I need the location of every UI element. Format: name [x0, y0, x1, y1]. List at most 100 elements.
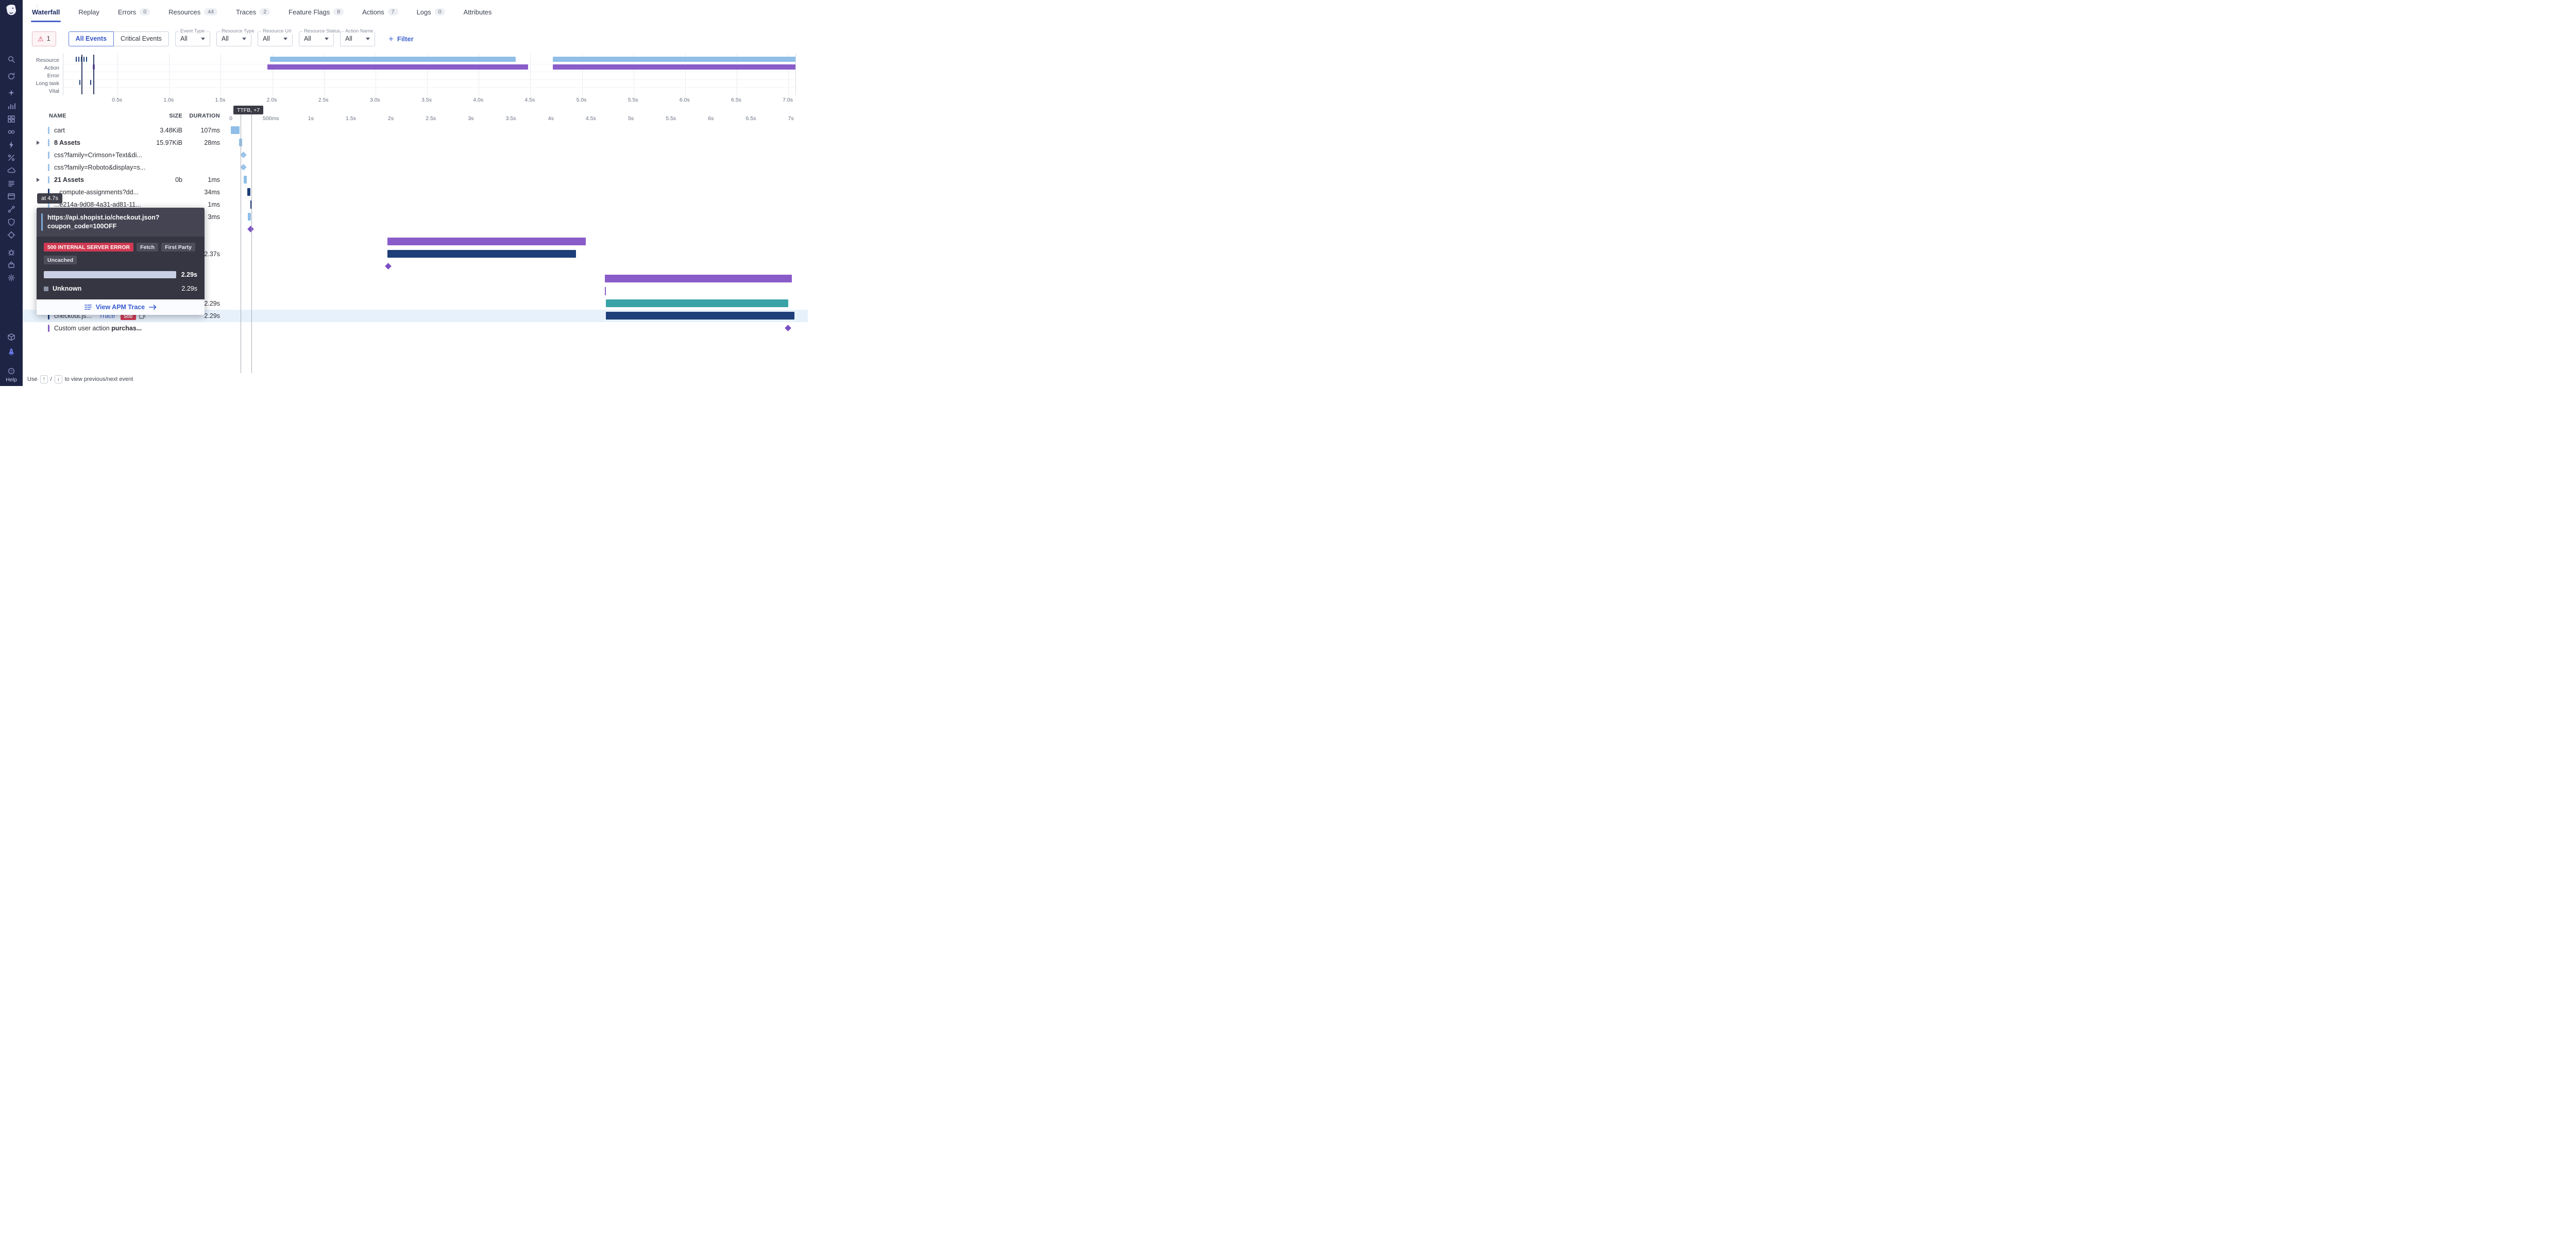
waterfall-tick-label: 1.5s [346, 115, 356, 122]
bug-icon[interactable] [4, 247, 19, 256]
timeline-bar[interactable] [606, 299, 788, 307]
add-filter-button[interactable]: +Filter [388, 35, 414, 43]
breakdown-value: 2.29s [181, 285, 197, 292]
waterfall-row[interactable]: cart3.48KiB107ms [23, 124, 808, 137]
tab-replay[interactable]: Replay [78, 0, 99, 24]
waterfall-row[interactable]: css?family=Crimson+Text&di... [23, 149, 808, 161]
ttfb-marker-badge[interactable]: TTFB, +7 [233, 106, 263, 114]
tab-traces[interactable]: Traces2 [236, 0, 270, 24]
minimap-tick-label: 2.0s [267, 97, 277, 103]
synthetics-icon[interactable] [4, 230, 19, 239]
minimap-tick-label: 0.5s [112, 97, 122, 103]
minimap-chart[interactable] [63, 54, 796, 95]
tab-waterfall[interactable]: Waterfall [32, 0, 60, 24]
waterfall-row[interactable]: 8 Assets15.97KiB28ms [23, 137, 808, 149]
datadog-logo-icon[interactable] [4, 3, 19, 18]
expand-chevron-icon[interactable] [37, 141, 40, 145]
timeline-bar[interactable] [244, 176, 247, 183]
all-events-button[interactable]: All Events [69, 31, 114, 46]
waterfall-toolbar: ⚠1 All Events Critical Events Event Type… [32, 31, 808, 46]
event-type-accent [48, 127, 49, 134]
tab-logs[interactable]: Logs0 [417, 0, 445, 24]
apm-icon[interactable] [4, 205, 19, 213]
timeline-bar[interactable] [606, 312, 795, 320]
minimap-bar[interactable] [553, 57, 795, 62]
minimap-bar[interactable] [76, 57, 77, 62]
waterfall-row[interactable]: ...compute-assignments?dd...34ms [23, 186, 808, 198]
session-replay-icon[interactable] [4, 72, 19, 80]
timeline-bar[interactable] [231, 126, 240, 134]
tab-errors[interactable]: Errors0 [118, 0, 150, 24]
minimap-bar[interactable] [270, 57, 516, 62]
search-icon[interactable] [4, 55, 19, 63]
error-navigator[interactable]: ⚠1 [32, 31, 56, 46]
minimap-bar[interactable] [553, 64, 795, 70]
tab-feature-flags[interactable]: Feature Flags8 [289, 0, 344, 24]
timeline-bar[interactable] [248, 213, 251, 221]
dashboards-icon[interactable] [4, 114, 19, 123]
rocket-icon[interactable] [4, 347, 19, 356]
event-duration: 28ms [182, 139, 220, 146]
tab-attributes[interactable]: Attributes [464, 0, 492, 24]
event-name: 21 Assets [54, 176, 84, 183]
timeline-bar[interactable] [387, 238, 586, 245]
timeline-bar[interactable] [605, 275, 792, 282]
status-error-badge: 500 INTERNAL SERVER ERROR [44, 243, 133, 251]
filter-resource-url[interactable]: Resource UrlAll [258, 31, 293, 46]
waterfall-row[interactable]: css?family=Roboto&display=s... [23, 161, 808, 174]
timeline-tick[interactable] [605, 287, 606, 295]
minimap-gridline [117, 54, 118, 95]
logs-icon[interactable] [4, 179, 19, 188]
waterfall-row[interactable]: Custom user action purchas... [23, 322, 808, 334]
timeline-diamond[interactable] [785, 325, 792, 331]
tab-resources[interactable]: Resources44 [168, 0, 217, 24]
minimap-bar[interactable] [86, 57, 87, 62]
profiling-icon[interactable] [4, 153, 19, 162]
timeline-diamond[interactable] [248, 226, 255, 232]
keyboard-hint: Use ↑ / ↓ to view previous/next event [27, 375, 133, 383]
settings-icon[interactable] [4, 273, 19, 282]
lightning-icon[interactable] [4, 140, 19, 149]
timeline-bar[interactable] [247, 188, 250, 196]
help-icon[interactable]: ? [4, 366, 19, 375]
minimap-bar[interactable] [78, 57, 79, 62]
timeline-diamond[interactable] [385, 263, 392, 270]
package-icon[interactable] [4, 332, 19, 341]
minimap-axis: 0.5s1.0s1.5s2.0s2.5s3.0s3.5s4.0s4.5s5.0s… [63, 95, 796, 104]
minimap-bar[interactable] [83, 57, 84, 62]
sparkles-icon[interactable] [4, 89, 19, 97]
ci-pipelines-icon[interactable] [4, 127, 19, 136]
filter-action-name[interactable]: Action NameAll [340, 31, 375, 46]
help-label[interactable]: Help [6, 377, 17, 383]
minimap-row-divider [63, 79, 795, 80]
party-badge: First Party [161, 243, 195, 251]
minimap-tick-label: 5.0s [577, 97, 587, 103]
minimap-tick-label: 5.5s [628, 97, 638, 103]
event-duration: 34ms [182, 189, 220, 196]
waterfall-row[interactable]: 21 Assets0b1ms [23, 174, 808, 186]
security-icon[interactable] [4, 217, 19, 226]
timeline-bar[interactable] [387, 250, 577, 258]
sidebar-nav [4, 55, 19, 282]
filter-event-type[interactable]: Event TypeAll [175, 31, 210, 46]
serverless-icon[interactable] [4, 166, 19, 175]
timeline-minimap[interactable]: Resource Action Error Long task Vital 0.… [23, 54, 796, 104]
view-apm-trace-link[interactable]: View APM Trace [37, 299, 205, 315]
rum-icon[interactable] [4, 192, 19, 200]
minimap-cursor-line[interactable] [81, 55, 82, 94]
resource-url: https://api.shopist.io/checkout.json? co… [47, 213, 159, 231]
minimap-bar[interactable] [90, 80, 91, 85]
metrics-icon[interactable] [4, 102, 19, 110]
tab-actions[interactable]: Actions7 [362, 0, 398, 24]
events-view-toggle: All Events Critical Events [69, 31, 169, 46]
minimap-cursor-line[interactable] [93, 55, 94, 94]
integrations-icon[interactable] [4, 260, 19, 269]
event-marker-line[interactable] [251, 114, 252, 373]
minimap-bar[interactable] [79, 80, 80, 85]
critical-events-button[interactable]: Critical Events [113, 31, 169, 46]
tab-badge: 8 [333, 8, 344, 15]
expand-chevron-icon[interactable] [37, 178, 40, 182]
filter-resource-status[interactable]: Resource StatusAll [299, 31, 334, 46]
minimap-bar[interactable] [267, 64, 529, 70]
filter-resource-type[interactable]: Resource TypeAll [216, 31, 251, 46]
